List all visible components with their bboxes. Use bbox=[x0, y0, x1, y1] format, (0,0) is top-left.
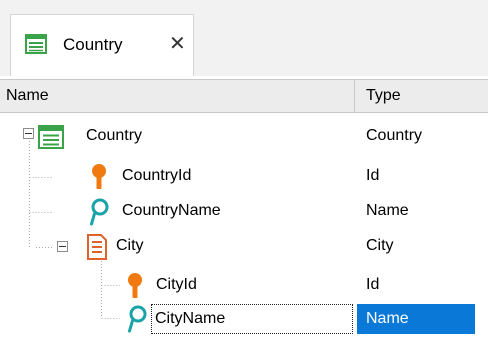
tree-row-countryid[interactable]: CountryId Id bbox=[0, 159, 488, 195]
tree-row-city[interactable]: City City bbox=[0, 229, 488, 265]
primary-key-icon bbox=[126, 272, 144, 305]
selected-type-cell[interactable]: Name bbox=[357, 304, 475, 334]
tree-row-type: Name bbox=[366, 310, 409, 327]
tree-row-label: CountryName bbox=[122, 202, 221, 219]
description-attribute-icon bbox=[90, 198, 110, 231]
tree-row-label: Country bbox=[86, 127, 143, 144]
primary-key-icon bbox=[90, 163, 108, 196]
transaction-table-icon bbox=[38, 125, 64, 154]
tree-row-type: Country bbox=[366, 127, 423, 144]
tree-row-cityname[interactable]: CityName Name bbox=[0, 302, 488, 338]
tree-row-cityid[interactable]: CityId Id bbox=[0, 268, 488, 304]
tree-row-label: CityId bbox=[156, 276, 197, 293]
description-attribute-icon bbox=[128, 305, 148, 338]
tree-row-type: City bbox=[366, 237, 394, 254]
sublevel-icon bbox=[86, 234, 108, 265]
tree-row-label: CountryId bbox=[122, 167, 192, 184]
tree-row-type: Id bbox=[366, 167, 380, 184]
tree-row-label: City bbox=[116, 237, 144, 254]
tree-row-countryname[interactable]: CountryName Name bbox=[0, 194, 488, 230]
tree-row-label: CityName bbox=[155, 310, 226, 327]
tree-row-country[interactable]: Country Country bbox=[0, 119, 488, 155]
tree-row-type: Id bbox=[366, 276, 380, 293]
tree-row-type: Name bbox=[366, 202, 409, 219]
